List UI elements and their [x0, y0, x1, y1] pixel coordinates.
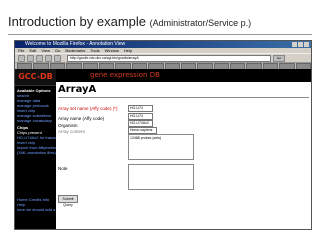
maximize-icon[interactable] — [298, 42, 303, 47]
menu-file[interactable]: File — [18, 48, 24, 53]
back-button[interactable] — [18, 54, 25, 62]
array-name-label: Array name (Affy code) — [58, 116, 105, 121]
stop-button[interactable] — [45, 54, 52, 62]
note-textarea[interactable] — [128, 164, 194, 190]
page-content: GCC-DB Available Options search manage d… — [15, 69, 311, 229]
array-content-textarea[interactable]: 12488 probes (sets) — [128, 134, 194, 160]
organism-label: Organism — [58, 123, 78, 128]
window-controls — [292, 42, 309, 47]
forward-button[interactable] — [27, 54, 34, 62]
nav-toolbar: http://gccdb.cdc.ubc.ca/cgi-bin/gccdb/ar… — [15, 53, 311, 63]
menu-view[interactable]: View — [41, 48, 50, 53]
slide-title: Introduction by example (Administrator/S… — [8, 14, 251, 29]
home-button[interactable] — [54, 54, 61, 62]
reload-button[interactable] — [36, 54, 43, 62]
organism-select[interactable]: Homo sapiens — [128, 127, 157, 134]
window-titlebar: Welcome to Mozilla Firefox - Annotation … — [15, 41, 311, 48]
close-icon[interactable] — [304, 42, 309, 47]
array-set-name-input[interactable]: HG-U74 — [128, 105, 153, 112]
heading-divider — [58, 97, 309, 98]
window-title: Welcome to Mozilla Firefox - Annotation … — [25, 41, 126, 47]
menu-bookmarks[interactable]: Bookmarks — [65, 48, 85, 53]
slide-subtitle: (Administrator/Service p.) — [149, 18, 252, 28]
main-panel: gene expression DB ArrayA Array set name… — [56, 69, 311, 229]
note-row: Note — [58, 166, 68, 171]
array-content-row: Array content — [58, 129, 85, 134]
menu-help[interactable]: Help — [124, 48, 132, 53]
organism-row: Organism — [58, 123, 78, 128]
browser-window: Welcome to Mozilla Firefox - Annotation … — [14, 40, 312, 230]
slide-title-text: Introduction by example — [8, 14, 147, 29]
note-label: Note — [58, 166, 68, 171]
go-button[interactable]: Go — [273, 54, 285, 62]
array-name-row: Array name (Affy code) — [58, 116, 104, 121]
menu-edit[interactable]: Edit — [29, 48, 36, 53]
page-banner: gene expression DB — [56, 69, 311, 82]
array-version-input[interactable]: HG-U74Av2 — [128, 120, 153, 127]
sidebar-item-manage-vocabulary[interactable]: manage vocabulary — [15, 118, 56, 123]
menu-tools[interactable]: Tools — [90, 48, 99, 53]
array-name-input[interactable]: HG-U74 — [128, 113, 153, 120]
submit-button[interactable]: Submit Query — [58, 195, 78, 207]
site-logo[interactable]: GCC-DB — [15, 69, 56, 86]
array-content-label: Array content — [58, 129, 85, 134]
sidebar-chip-import-note[interactable]: (XML annotation files) — [15, 150, 56, 155]
menu-go[interactable]: Go — [55, 48, 60, 53]
menu-window[interactable]: Window — [105, 48, 119, 53]
address-bar[interactable]: http://gccdb.cdc.ubc.ca/cgi-bin/gccdb/ar… — [67, 54, 271, 62]
minimize-icon[interactable] — [292, 42, 297, 47]
array-set-name-label: Array set name (Affy code) (*) — [58, 106, 118, 111]
page-title: ArrayA — [58, 84, 97, 95]
title-divider — [8, 34, 312, 35]
array-set-name-row: Array set name (Affy code) (*) — [58, 106, 117, 111]
footer-counter[interactable]: here we should add a counter — [15, 207, 56, 212]
sidebar: GCC-DB Available Options search manage d… — [15, 69, 56, 229]
sidebar-footer: Home Credits Info Help here we should ad… — [15, 197, 56, 212]
